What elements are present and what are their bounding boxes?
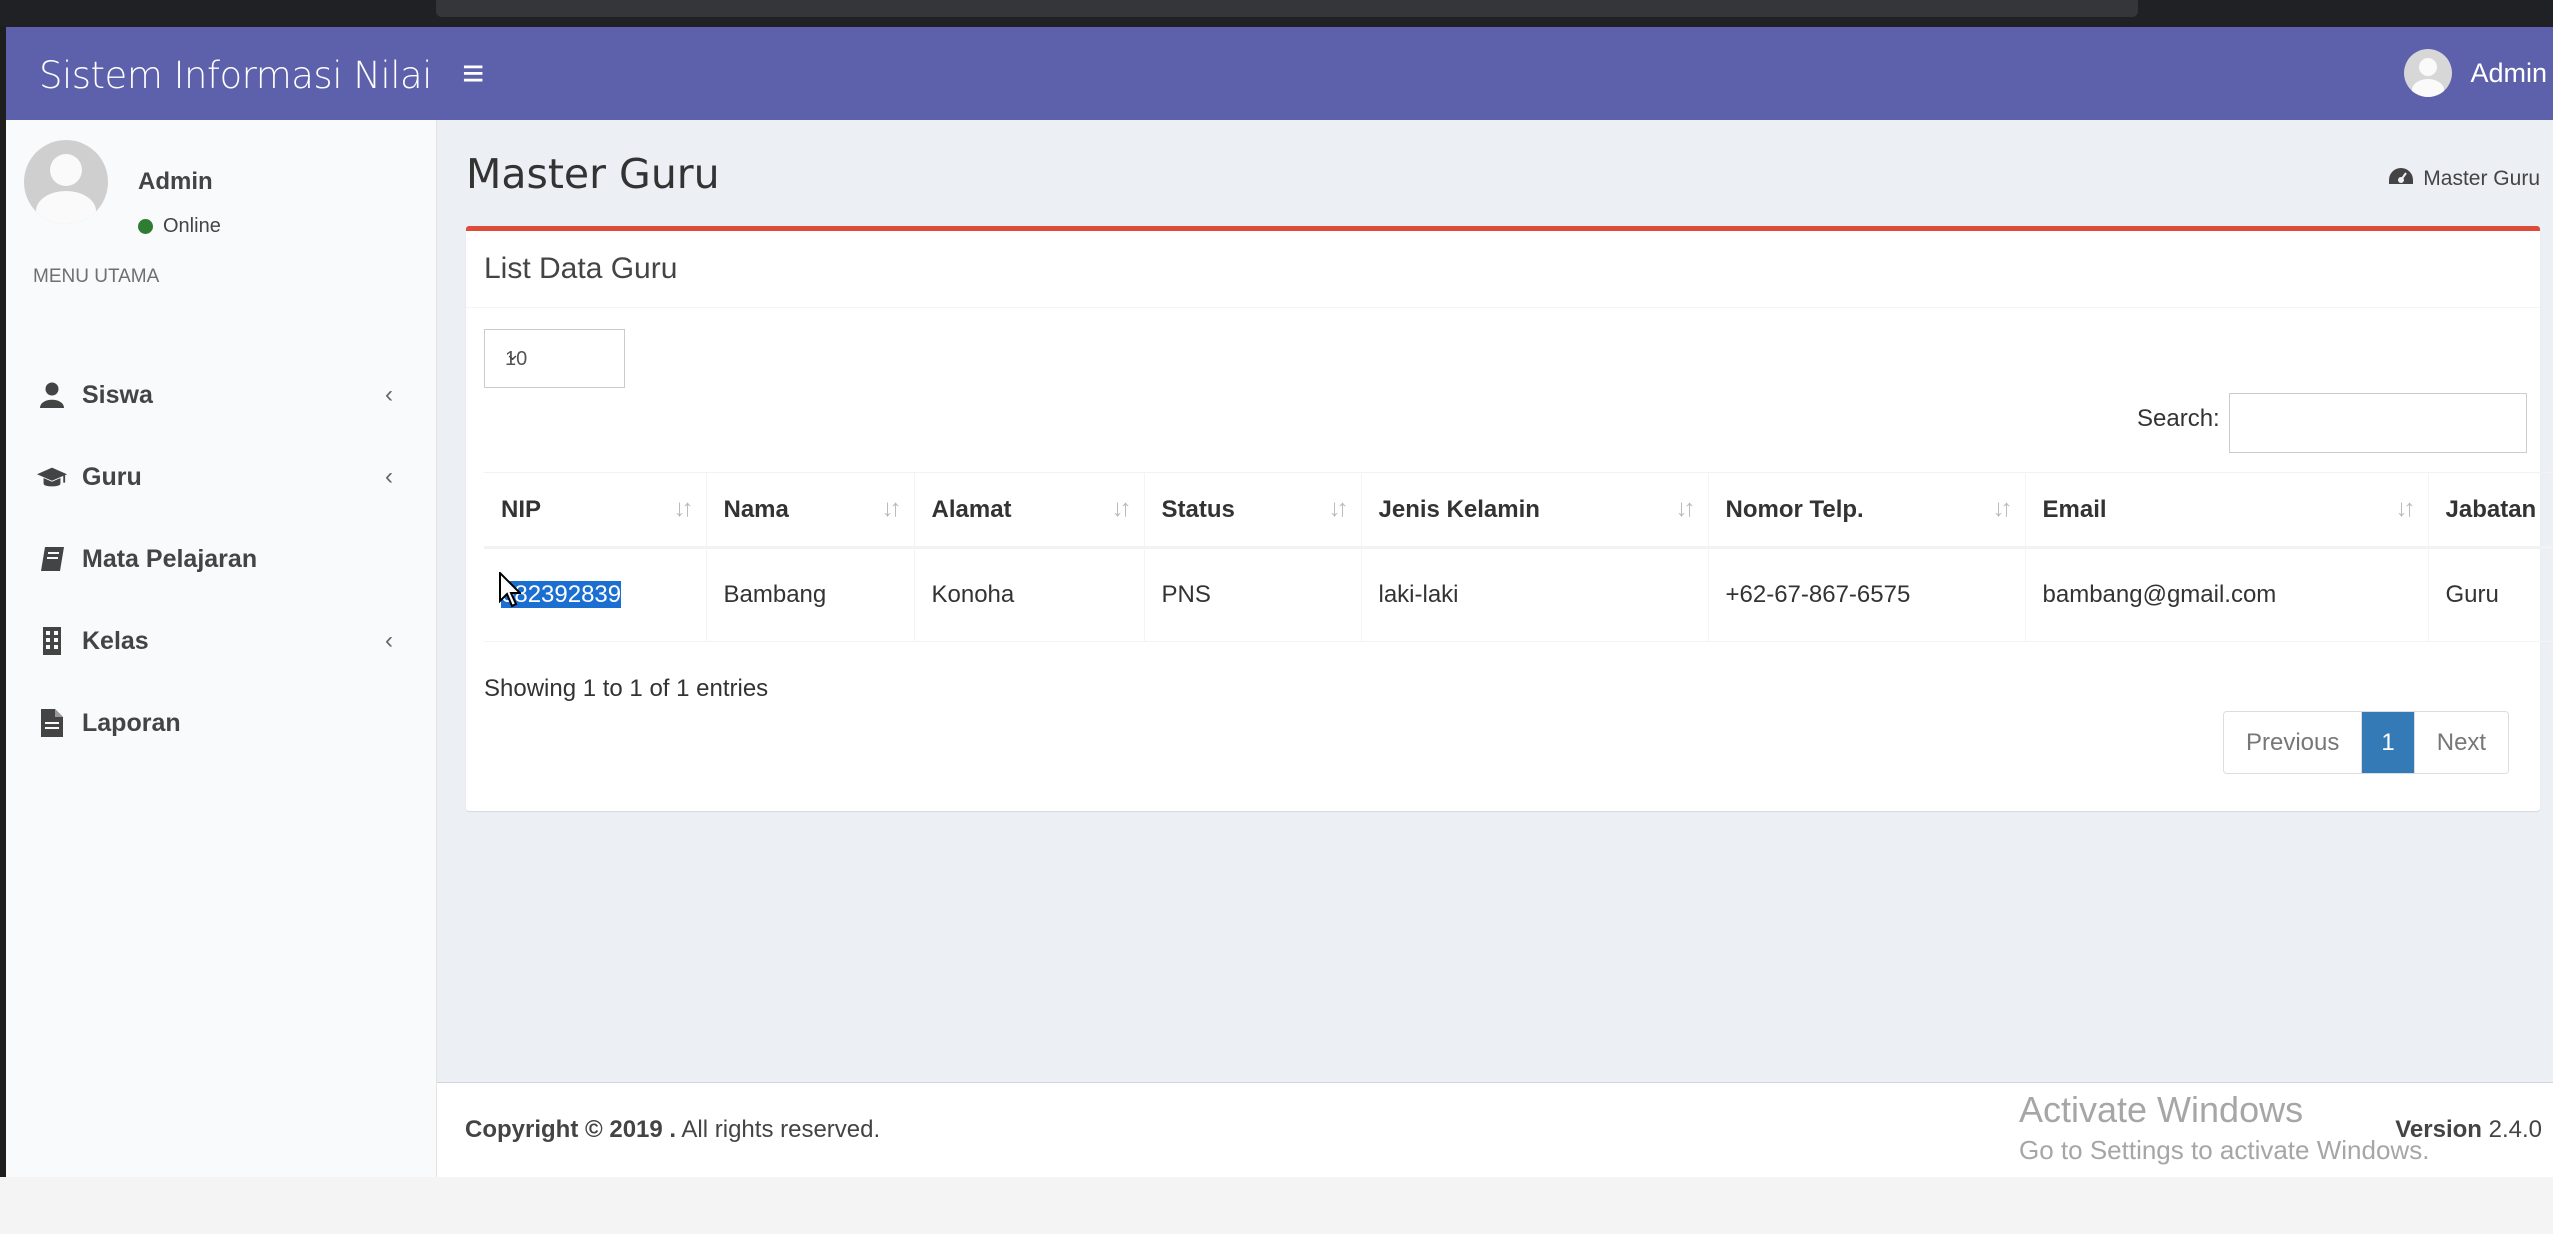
main-header: Sistem Informasi Nilai ≡ Admin <box>6 27 2553 120</box>
column-header-nomor-telp[interactable]: Nomor Telp. ↓↑ <box>1708 472 2026 549</box>
cell-email: bambang@gmail.com <box>2025 547 2429 642</box>
column-header-status[interactable]: Status ↓↑ <box>1144 472 1362 549</box>
column-header-jabatan[interactable]: Jabatan <box>2428 472 2553 549</box>
column-header-email[interactable]: Email ↓↑ <box>2025 472 2429 549</box>
chevron-down-icon: ⌄ <box>505 344 521 364</box>
chevron-left-icon: ‹ <box>385 381 393 408</box>
user-status-label: Online <box>163 215 221 237</box>
box-header: List Data Guru <box>466 231 2540 308</box>
sort-icon: ↓↑ <box>673 495 694 522</box>
page-title: Master Guru <box>466 150 720 198</box>
column-header-jenis-kelamin[interactable]: Jenis Kelamin ↓↑ <box>1361 472 1709 549</box>
graduation-cap-icon <box>37 462 67 492</box>
box-title: List Data Guru <box>484 252 678 285</box>
sidebar-item-guru[interactable]: Guru ‹ <box>6 436 436 518</box>
page-1-button[interactable]: 1 <box>2362 712 2415 773</box>
user-menu[interactable]: Admin <box>2404 48 2553 98</box>
windows-activation-watermark: Activate Windows Go to Settings to activ… <box>2019 1089 2429 1166</box>
sidebar-item-label: Kelas <box>82 626 149 655</box>
sort-icon: ↓↑ <box>1675 495 1696 522</box>
book-icon <box>37 544 67 574</box>
breadcrumb-item[interactable]: Master Guru <box>2423 167 2540 191</box>
entries-length-select[interactable]: 10 ⌄ <box>484 329 625 388</box>
dashboard-icon <box>2389 166 2414 192</box>
breadcrumb: Master Guru <box>2389 166 2540 192</box>
sidebar-item-label: Mata Pelajaran <box>82 544 258 573</box>
sidebar-item-kelas[interactable]: Kelas ‹ <box>6 600 436 682</box>
cell-jabatan: Guru <box>2428 547 2553 642</box>
previous-page-button[interactable]: Previous <box>2224 712 2363 773</box>
sort-icon: ↓↑ <box>1992 495 2013 522</box>
column-header-nama[interactable]: Nama ↓↑ <box>706 472 915 549</box>
column-header-nip[interactable]: NIP ↓↑ <box>484 472 707 549</box>
browser-toolbar <box>0 0 2553 27</box>
cell-telp: +62-67-867-6575 <box>1708 547 2026 642</box>
watermark-subtitle: Go to Settings to activate Windows. <box>2019 1135 2430 1165</box>
chevron-left-icon: ‹ <box>385 463 393 490</box>
next-page-button[interactable]: Next <box>2414 712 2509 773</box>
sidebar-item-label: Guru <box>82 462 142 491</box>
user-icon <box>37 380 67 410</box>
sidebar-avatar <box>24 140 108 224</box>
pagination: Previous 1 Next <box>2223 711 2510 774</box>
bottom-strip <box>0 1177 2553 1234</box>
cell-alamat: Konoha <box>914 547 1145 642</box>
header-avatar <box>2404 49 2453 97</box>
table-info: Showing 1 to 1 of 1 entries <box>484 675 769 702</box>
sidebar-item-siswa[interactable]: Siswa ‹ <box>6 354 436 436</box>
file-icon <box>37 708 67 738</box>
sidebar-user-name: Admin <box>138 168 213 195</box>
sort-icon: ↓↑ <box>1328 495 1349 522</box>
search-input[interactable] <box>2229 393 2527 453</box>
copyright-text: Copyright © 2019 . All rights reserved. <box>465 1116 881 1143</box>
column-header-alamat[interactable]: Alamat ↓↑ <box>914 472 1145 549</box>
browser-address-bar[interactable] <box>436 0 2138 17</box>
search-label: Search: <box>2137 405 2220 432</box>
online-status-icon <box>138 219 153 234</box>
sidebar-toggle-icon[interactable]: ≡ <box>462 53 484 96</box>
watermark-title: Activate Windows <box>2019 1089 2304 1130</box>
sort-icon: ↓↑ <box>1111 495 1132 522</box>
mouse-cursor-icon <box>499 570 523 613</box>
sidebar-item-label: Laporan <box>82 708 181 737</box>
cell-nama: Bambang <box>706 547 915 642</box>
chevron-left-icon: ‹ <box>385 627 393 654</box>
sidebar-item-label: Siswa <box>82 380 153 409</box>
user-panel: Admin Online <box>24 140 221 237</box>
header-user-name: Admin <box>2470 57 2547 88</box>
cell-jenis-kelamin: laki-laki <box>1361 547 1709 642</box>
app-logo-text[interactable]: Sistem Informasi Nilai <box>39 54 432 97</box>
sidebar: Admin Online MENU UTAMA Siswa ‹ Guru ‹ M… <box>6 120 437 1177</box>
sort-icon: ↓↑ <box>881 495 902 522</box>
sidebar-item-laporan[interactable]: Laporan <box>6 682 436 764</box>
data-table: NIP ↓↑ Nama ↓↑ Alamat ↓↑ Status ↓↑ Jenis Kel… <box>484 472 2553 642</box>
sidebar-item-mata-pelajaran[interactable]: Mata Pelajaran <box>6 518 436 600</box>
menu-header: MENU UTAMA <box>33 266 160 287</box>
user-status: Online <box>138 215 221 238</box>
building-icon <box>37 626 67 656</box>
table-header-row: NIP ↓↑ Nama ↓↑ Alamat ↓↑ Status ↓↑ Jenis Kel… <box>484 472 2553 549</box>
sort-icon: ↓↑ <box>2395 495 2416 522</box>
table-row: 082392839 Bambang Konoha PNS laki-laki +… <box>484 547 2553 642</box>
cell-status: PNS <box>1144 547 1362 642</box>
